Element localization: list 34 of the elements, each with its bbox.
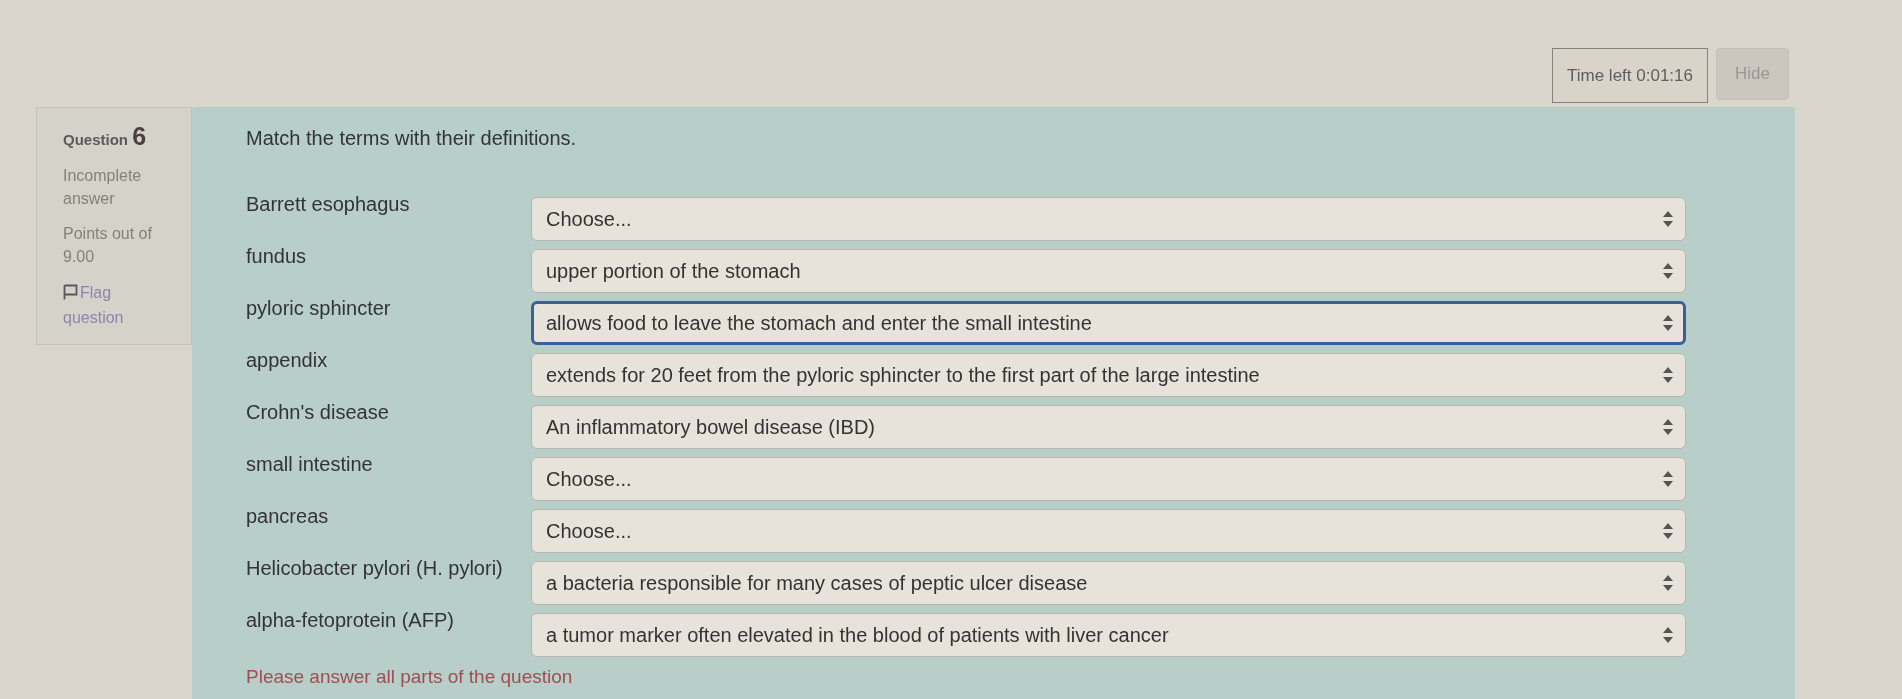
term-label: small intestine [246, 452, 374, 477]
term-label: pancreas [246, 504, 330, 529]
answer-dropdown[interactable]: Choose... [531, 457, 1686, 501]
term-label: Helicobacter pylori (H. pylori) [246, 556, 504, 581]
term-label: Crohn's disease [246, 400, 390, 425]
answer-dropdown[interactable]: An inflammatory bowel disease (IBD) [531, 405, 1686, 449]
term-label: alpha-fetoprotein (AFP) [246, 608, 455, 633]
updown-caret-icon [1663, 471, 1673, 487]
updown-caret-icon [1663, 263, 1673, 279]
answer-dropdown[interactable]: extends for 20 feet from the pyloric sphincter to the first part of the large intestine [531, 353, 1686, 397]
answer-dropdown[interactable]: upper portion of the stomach [531, 249, 1686, 293]
question-grade-text: Points out of 9.00 [63, 223, 153, 267]
validation-error-text: Please answer all parts of the question [246, 665, 574, 689]
question-number-heading: Question 6 [63, 121, 148, 152]
answer-dropdown[interactable]: allows food to leave the stomach and enter the small intestine [531, 301, 1686, 345]
term-label: appendix [246, 348, 329, 373]
updown-caret-icon [1663, 627, 1673, 643]
question-prompt-text: Match the terms with their definitions. [246, 126, 578, 151]
updown-caret-icon [1663, 367, 1673, 383]
question-state-text: Incomplete answer [63, 165, 143, 209]
answer-dropdown[interactable]: Choose... [531, 509, 1686, 553]
term-label: Barrett esophagus [246, 192, 411, 217]
term-label: fundus [246, 244, 308, 269]
answer-dropdown[interactable]: a tumor marker often elevated in the blood of patients with liver cancer [531, 613, 1686, 657]
updown-caret-icon [1663, 523, 1673, 539]
updown-caret-icon [1663, 211, 1673, 227]
term-label: pyloric sphincter [246, 296, 392, 321]
updown-caret-icon [1663, 315, 1673, 331]
flag-icon [63, 283, 78, 300]
answer-dropdown[interactable]: Choose... [531, 197, 1686, 241]
time-left-timer: Time left 0:01:16 [1552, 48, 1708, 103]
answer-dropdown[interactable]: a bacteria responsible for many cases of peptic ulcer disease [531, 561, 1686, 605]
updown-caret-icon [1663, 575, 1673, 591]
updown-caret-icon [1663, 419, 1673, 435]
